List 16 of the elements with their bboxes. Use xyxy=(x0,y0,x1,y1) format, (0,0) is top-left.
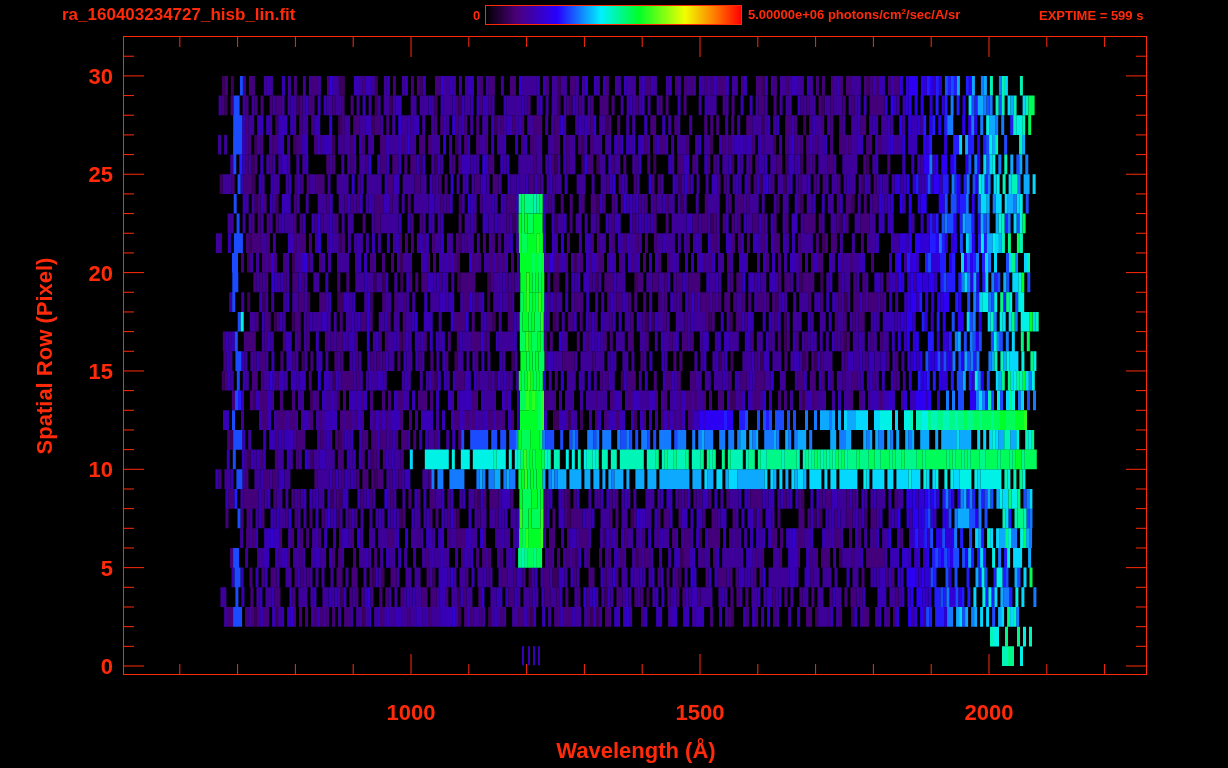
tick-label: 5 xyxy=(100,555,113,581)
file-title: ra_160403234727_hisb_lin.fit xyxy=(62,5,297,25)
tick-label: 25 xyxy=(88,162,113,188)
tick-label: 2000 xyxy=(964,700,1014,725)
tick-label: 1000 xyxy=(386,700,436,725)
tick-label: 10 xyxy=(88,457,113,483)
tick-label: 30 xyxy=(88,63,113,89)
axis-title: Wavelength (Å) xyxy=(556,738,716,763)
colorbar-max-label: 5.00000e+06 photons/cm$^{2}$/sec/A/sr xyxy=(747,7,962,23)
axis-title: Spatial Row (Pixel) xyxy=(32,257,57,455)
exposure-time: EXPTIME = 599 s xyxy=(1039,7,1144,23)
tick-label: 15 xyxy=(88,358,113,384)
colorbar-min-label: 0 xyxy=(473,7,482,23)
tick-label: 20 xyxy=(88,260,113,286)
tick-label: 1500 xyxy=(675,700,725,725)
tick-label: 0 xyxy=(100,654,113,679)
